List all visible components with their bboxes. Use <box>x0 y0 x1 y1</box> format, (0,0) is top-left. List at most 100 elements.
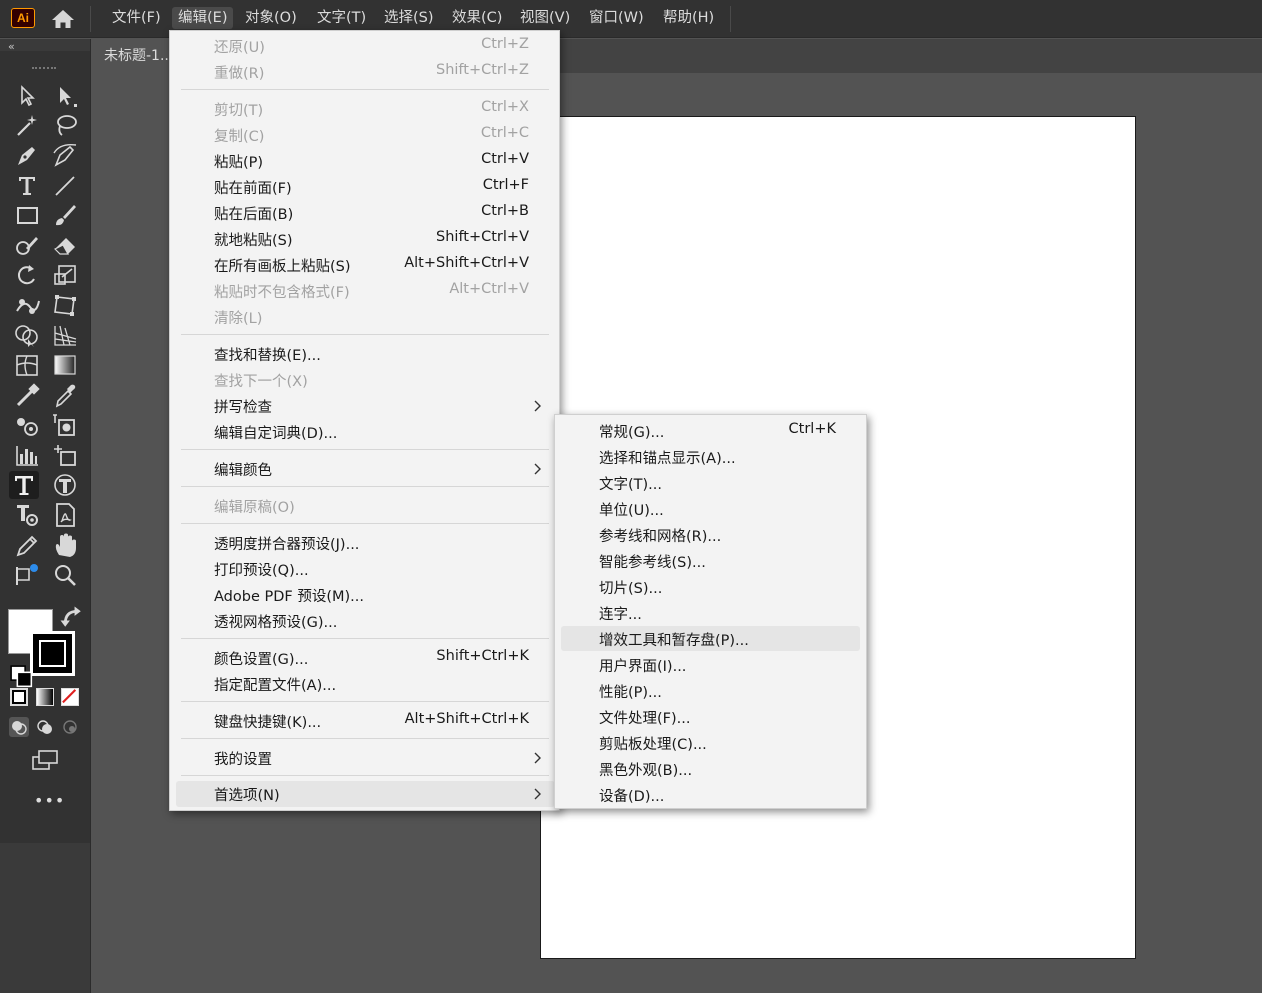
menu-item-transparency-flattener-presets[interactable]: 透明度拼合器预设(J)... <box>176 530 555 556</box>
pref-guides-grid[interactable]: 参考线和网格(R)... <box>561 522 860 547</box>
screen-mode-icon[interactable] <box>30 747 60 775</box>
pencil-tool-icon[interactable] <box>12 531 42 559</box>
blend-tool-icon[interactable] <box>12 381 42 409</box>
draw-normal-mode-icon[interactable] <box>9 717 29 737</box>
home-icon[interactable] <box>50 8 76 30</box>
shaper-tool-icon[interactable] <box>12 231 42 259</box>
shape-builder-tool-icon[interactable] <box>12 321 42 349</box>
hand-tool-icon[interactable] <box>50 531 80 559</box>
menu-item-edit-custom-dictionary[interactable]: 编辑自定词典(D)... <box>176 419 555 445</box>
pref-hyphenation[interactable]: 连字... <box>561 600 860 625</box>
pdf-tool-icon[interactable] <box>50 501 80 529</box>
menu-object[interactable]: 对象(O) <box>239 7 303 29</box>
menu-item-print-presets[interactable]: 打印预设(Q)... <box>176 556 555 582</box>
pref-devices[interactable]: 设备(D)... <box>561 782 860 807</box>
panel-grip[interactable] <box>32 67 56 71</box>
puppet-warp-tool-icon[interactable] <box>12 291 42 319</box>
menu-effect[interactable]: 效果(C) <box>446 7 508 29</box>
pref-smart-guides[interactable]: 智能参考线(S)... <box>561 548 860 573</box>
menu-type[interactable]: 文字(T) <box>311 7 372 29</box>
menu-item-my-settings[interactable]: 我的设置 <box>176 745 555 771</box>
menu-item-find-replace[interactable]: 查找和替换(E)... <box>176 341 555 367</box>
curvature-tool-icon[interactable] <box>50 141 80 169</box>
default-fill-stroke-icon[interactable] <box>7 663 33 688</box>
direct-selection-tool-icon[interactable] <box>50 81 80 109</box>
eraser-tool-icon[interactable] <box>50 231 80 259</box>
menu-help[interactable]: 帮助(H) <box>657 7 720 29</box>
menu-item-copy[interactable]: 复制(C) Ctrl+C <box>176 122 555 148</box>
menu-item-keyboard-shortcuts[interactable]: 键盘快捷键(K)... Alt+Shift+Ctrl+K <box>176 708 555 734</box>
menu-item-redo[interactable]: 重做(R) Shift+Ctrl+Z <box>176 59 555 85</box>
menu-item-paste[interactable]: 粘贴(P) Ctrl+V <box>176 148 555 174</box>
pref-file-handling[interactable]: 文件处理(F)... <box>561 704 860 729</box>
puppet-pin-tool-icon[interactable] <box>12 561 42 589</box>
selection-tool-icon[interactable] <box>12 81 42 109</box>
menu-item-label: 文件处理(F)... <box>599 711 691 727</box>
pref-selection-anchor-display[interactable]: 选择和锚点显示(A)... <box>561 444 860 469</box>
menu-item-perspective-grid-presets[interactable]: 透视网格预设(G)... <box>176 608 555 634</box>
pref-general[interactable]: 常规(G)... Ctrl+K <box>561 418 860 443</box>
menu-item-find-next[interactable]: 查找下一个(X) <box>176 367 555 393</box>
none-mode-button[interactable] <box>61 688 79 706</box>
menu-item-preferences[interactable]: 首选项(N) <box>176 781 555 807</box>
scale-tool-icon[interactable] <box>50 261 80 289</box>
menu-select[interactable]: 选择(S) <box>378 7 440 29</box>
menu-item-assign-profile[interactable]: 指定配置文件(A)... <box>176 671 555 697</box>
pref-units[interactable]: 单位(U)... <box>561 496 860 521</box>
pref-appearance-of-black[interactable]: 黑色外观(B)... <box>561 756 860 781</box>
column-graph-tool-icon[interactable] <box>12 441 42 469</box>
draw-inside-mode-icon[interactable] <box>60 717 80 737</box>
menu-item-paste-in-front[interactable]: 贴在前面(F) Ctrl+F <box>176 174 555 200</box>
rotate-tool-icon[interactable] <box>12 261 42 289</box>
mesh-tool-icon[interactable] <box>12 351 42 379</box>
menu-item-spelling[interactable]: 拼写检查 <box>176 393 555 419</box>
gradient-mode-button[interactable] <box>36 688 54 706</box>
pref-slices[interactable]: 切片(S)... <box>561 574 860 599</box>
symbol-sprayer-tool-icon[interactable] <box>12 411 42 439</box>
menu-file[interactable]: 文件(F) <box>106 7 167 29</box>
live-paint-tool-icon[interactable] <box>50 411 80 439</box>
menu-window[interactable]: 窗口(W) <box>583 7 650 29</box>
menu-item-label: 打印预设(Q)... <box>214 563 309 579</box>
menu-item-paste-on-all-artboards[interactable]: 在所有画板上粘贴(S) Alt+Shift+Ctrl+V <box>176 252 555 278</box>
free-transform-tool-icon[interactable] <box>50 291 80 319</box>
pref-performance[interactable]: 性能(P)... <box>561 678 860 703</box>
artboard-tool-icon[interactable] <box>50 441 80 469</box>
eyedropper-tool-icon[interactable] <box>50 381 80 409</box>
line-segment-tool-icon[interactable] <box>50 171 80 199</box>
text-import-tool-icon[interactable] <box>12 501 42 529</box>
menu-view[interactable]: 视图(V) <box>514 7 576 29</box>
menu-item-undo[interactable]: 还原(U) Ctrl+Z <box>176 33 555 59</box>
menu-item-cut[interactable]: 剪切(T) Ctrl+X <box>176 96 555 122</box>
pref-user-interface[interactable]: 用户界面(I)... <box>561 652 860 677</box>
pen-tool-icon[interactable] <box>12 141 42 169</box>
pref-plugins-scratch-disks[interactable]: 增效工具和暂存盘(P)... <box>561 626 860 651</box>
paintbrush-tool-icon[interactable] <box>50 201 80 229</box>
swap-fill-stroke-icon[interactable] <box>58 605 81 627</box>
type-tool-selected-icon[interactable] <box>9 471 39 499</box>
menu-item-edit-original[interactable]: 编辑原稿(O) <box>176 493 555 519</box>
perspective-grid-tool-icon[interactable] <box>50 321 80 349</box>
menu-item-clear[interactable]: 清除(L) <box>176 304 555 330</box>
magic-wand-tool-icon[interactable] <box>12 111 42 139</box>
pref-type[interactable]: 文字(T)... <box>561 470 860 495</box>
document-tab[interactable]: 未标题-1... <box>91 39 181 73</box>
draw-behind-mode-icon[interactable] <box>35 717 55 737</box>
menu-item-color-settings[interactable]: 颜色设置(G)... Shift+Ctrl+K <box>176 645 555 671</box>
touch-type-tool-icon[interactable] <box>50 471 80 499</box>
pref-clipboard-handling[interactable]: 剪贴板处理(C)... <box>561 730 860 755</box>
edit-toolbar-button[interactable]: ••• <box>34 791 65 810</box>
menu-edit[interactable]: 编辑(E) <box>172 7 234 29</box>
menu-item-pdf-presets[interactable]: Adobe PDF 预设(M)... <box>176 582 555 608</box>
zoom-tool-icon[interactable] <box>50 561 80 589</box>
color-mode-button[interactable] <box>10 688 28 706</box>
menu-item-shortcut: Ctrl+V <box>481 151 529 167</box>
lasso-tool-icon[interactable] <box>50 111 80 139</box>
type-tool-icon[interactable] <box>12 171 42 199</box>
gradient-tool-icon[interactable] <box>50 351 80 379</box>
menu-item-paste-in-back[interactable]: 贴在后面(B) Ctrl+B <box>176 200 555 226</box>
menu-item-paste-without-formatting[interactable]: 粘贴时不包含格式(F) Alt+Ctrl+V <box>176 278 555 304</box>
menu-item-paste-in-place[interactable]: 就地粘贴(S) Shift+Ctrl+V <box>176 226 555 252</box>
rectangle-tool-icon[interactable] <box>12 201 42 229</box>
menu-item-edit-colors[interactable]: 编辑颜色 <box>176 456 555 482</box>
